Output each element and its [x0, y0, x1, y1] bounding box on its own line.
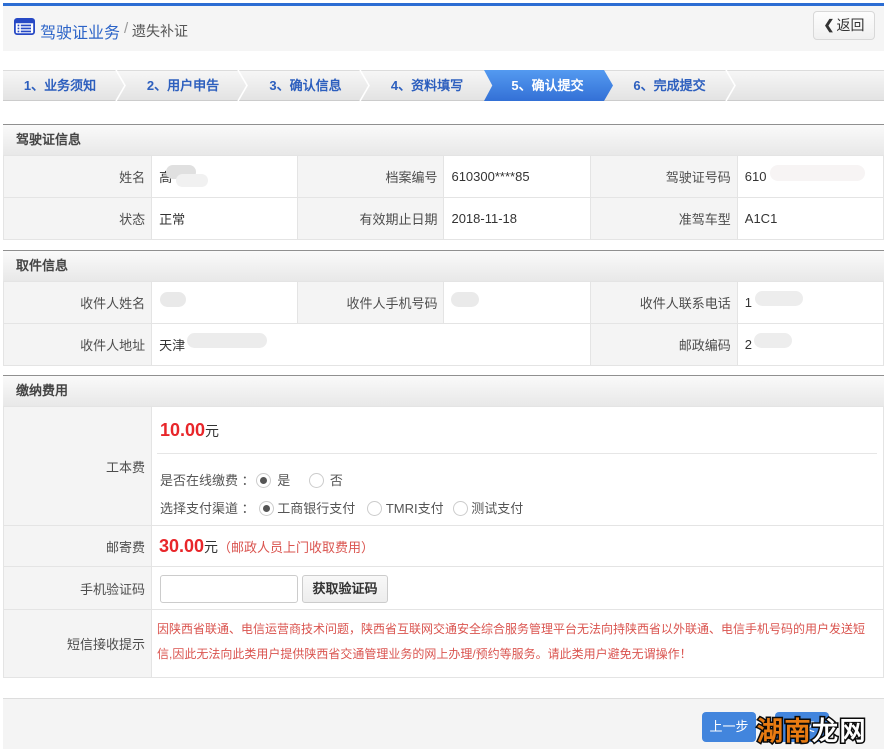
svg-text:6、完成提交: 6、完成提交	[633, 78, 705, 93]
svg-text:2、用户申告: 2、用户申告	[147, 78, 219, 93]
svg-text:3、确认信息: 3、确认信息	[269, 78, 341, 93]
svg-text:4、资料填写: 4、资料填写	[391, 78, 463, 93]
svg-text:1、业务须知: 1、业务须知	[24, 78, 96, 93]
svg-text:5、确认提交: 5、确认提交	[511, 78, 583, 93]
